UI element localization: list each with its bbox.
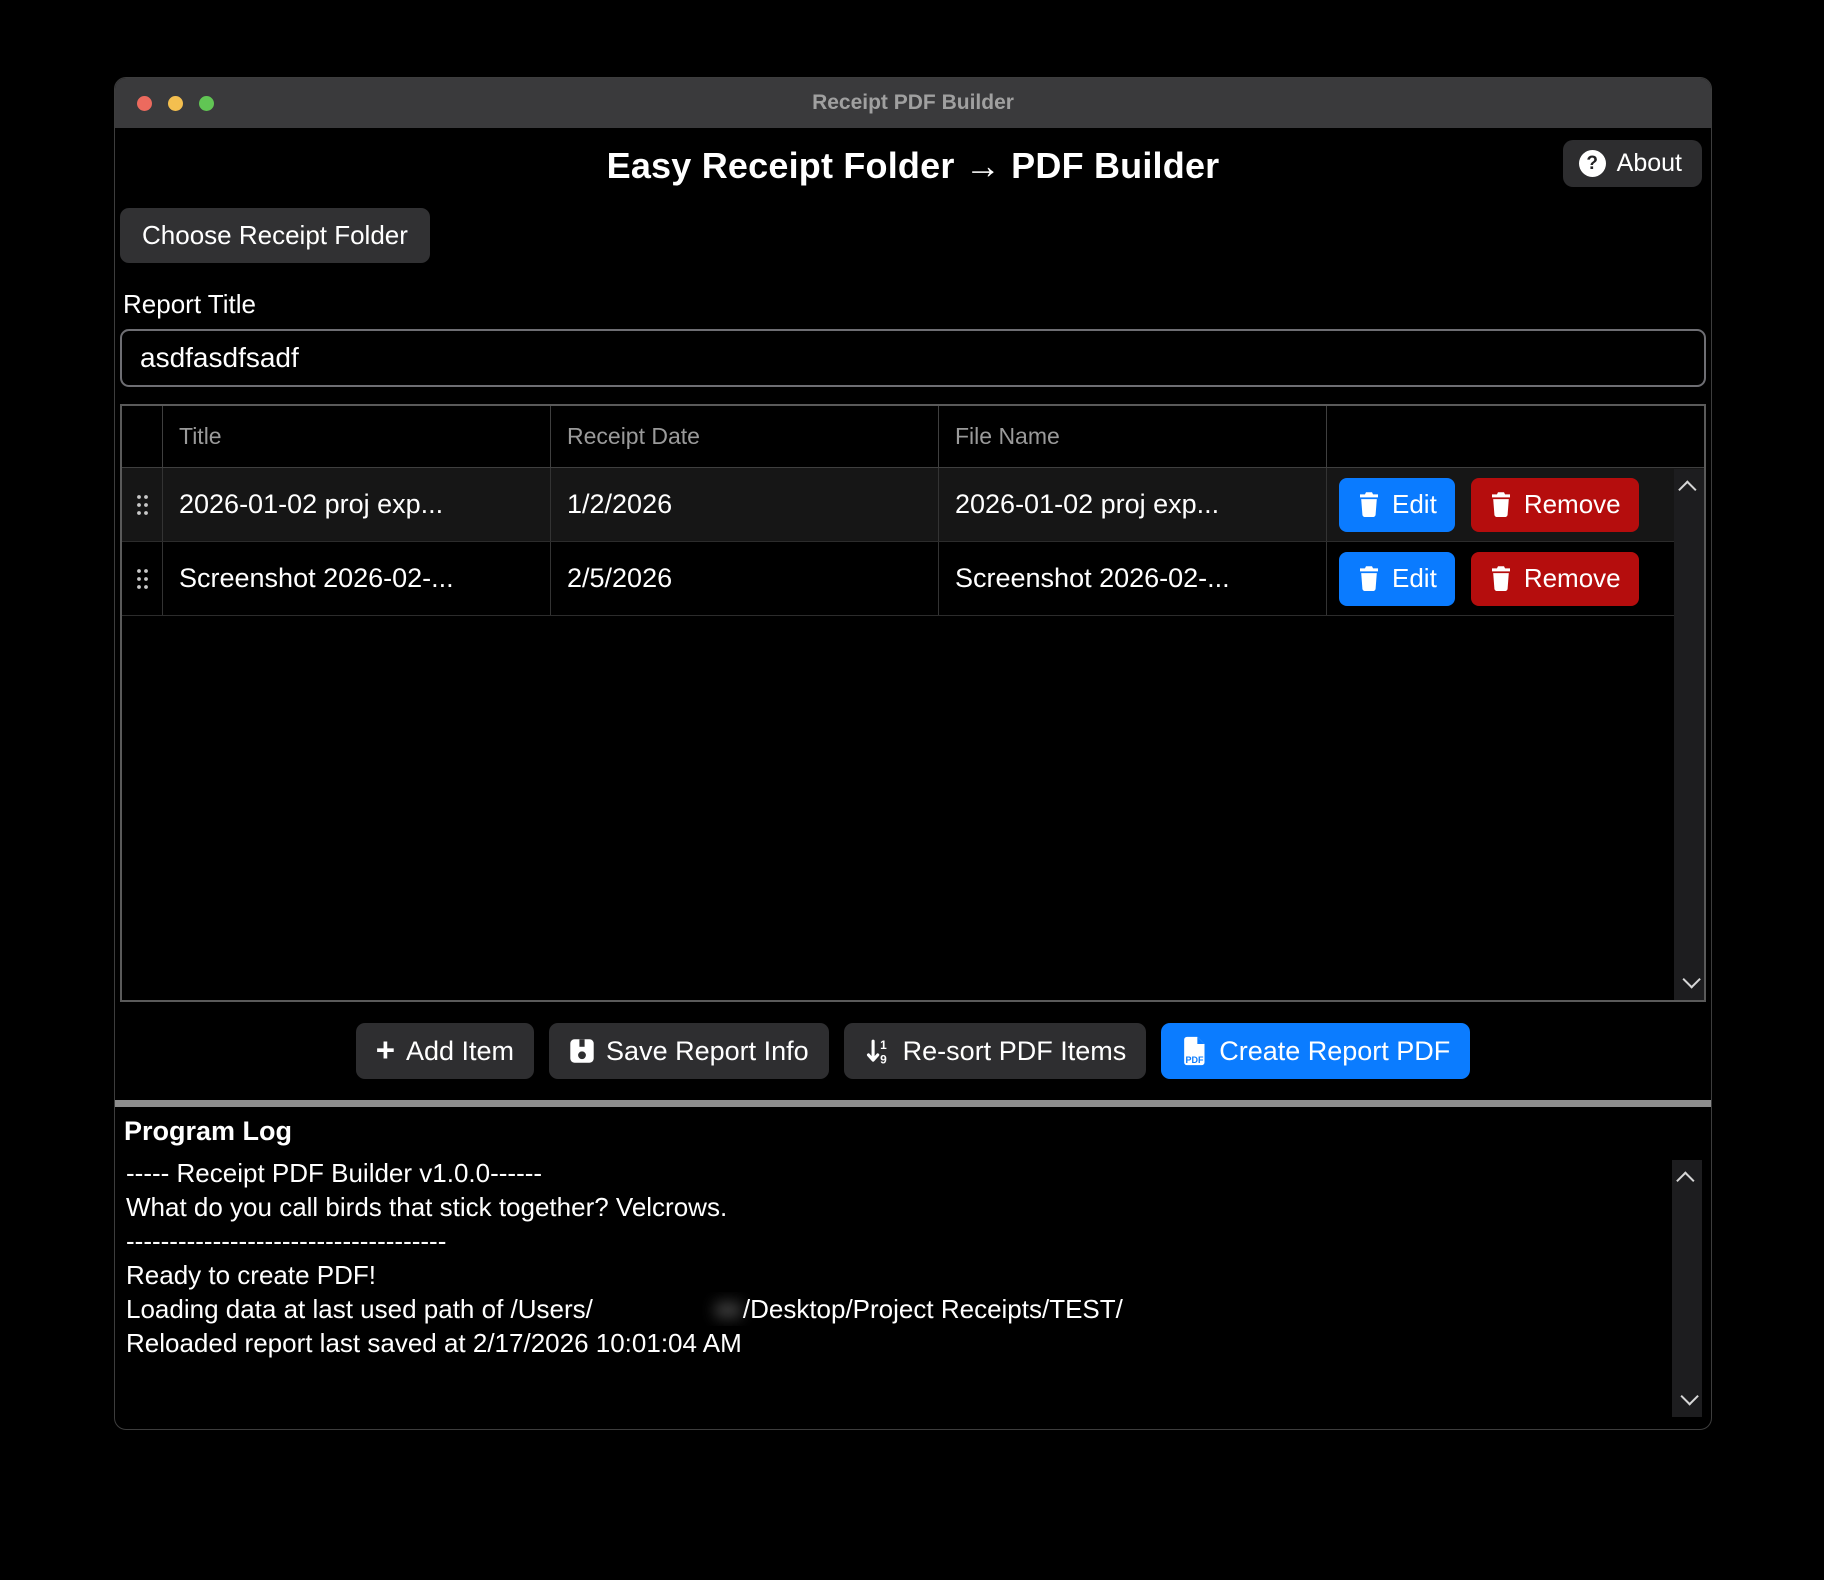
cell-actions: Edit Remove [1326, 468, 1674, 541]
remove-button[interactable]: Remove [1471, 552, 1639, 606]
minimize-window-button[interactable] [168, 96, 183, 111]
remove-button-label: Remove [1524, 563, 1621, 594]
column-header-actions [1326, 406, 1674, 467]
edit-button[interactable]: Edit [1339, 478, 1455, 532]
about-button[interactable]: ? About [1563, 140, 1702, 187]
chevron-down-icon[interactable] [1682, 970, 1700, 988]
save-report-info-label: Save Report Info [606, 1036, 809, 1067]
drag-handle-column-header [122, 406, 162, 467]
receipt-items-table: Title Receipt Date File Name 2026-01-02 … [120, 404, 1706, 1002]
zoom-window-button[interactable] [199, 96, 214, 111]
plus-icon: + [376, 1033, 395, 1066]
log-line: ----- Receipt PDF Builder v1.0.0------ [126, 1156, 1666, 1190]
chevron-up-icon[interactable] [1676, 1171, 1694, 1189]
trash-icon [1357, 566, 1381, 592]
log-line: Reloaded report last saved at 2/17/2026 … [126, 1326, 1666, 1360]
report-title-label: Report Title [123, 289, 1706, 321]
floppy-disk-icon [569, 1038, 595, 1064]
column-header-receipt-date: Receipt Date [550, 406, 938, 467]
window-title: Receipt PDF Builder [812, 91, 1014, 115]
create-report-pdf-button[interactable]: PDF Create Report PDF [1161, 1023, 1470, 1079]
table-row: Screenshot 2026-02-... 2/5/2026 Screensh… [122, 542, 1704, 616]
log-line: What do you call birds that stick togeth… [126, 1190, 1666, 1224]
cell-receipt-date: 1/2/2026 [550, 468, 938, 541]
cell-receipt-date: 2/5/2026 [550, 542, 938, 615]
close-window-button[interactable] [137, 96, 152, 111]
edit-button-label: Edit [1392, 489, 1437, 520]
table-header-row: Title Receipt Date File Name [122, 406, 1704, 468]
svg-text:PDF: PDF [1186, 1055, 1205, 1065]
log-scrollbar[interactable] [1672, 1160, 1702, 1417]
titlebar[interactable]: Receipt PDF Builder [115, 78, 1711, 128]
chevron-up-icon[interactable] [1678, 480, 1696, 498]
grip-dots-icon [135, 567, 150, 591]
cell-title: 2026-01-02 proj exp... [162, 468, 550, 541]
sort-numeric-down-icon: 1 9 [864, 1037, 892, 1065]
log-line-path: Loading data at last used path of /Users… [126, 1292, 1666, 1326]
about-button-label: About [1617, 149, 1682, 178]
add-item-label: Add Item [406, 1036, 514, 1067]
table-row: 2026-01-02 proj exp... 1/2/2026 2026-01-… [122, 468, 1704, 542]
file-pdf-icon: PDF [1181, 1036, 1208, 1066]
resort-pdf-items-button[interactable]: 1 9 Re-sort PDF Items [844, 1023, 1147, 1079]
cell-file-name: Screenshot 2026-02-... [938, 542, 1326, 615]
row-drag-handle[interactable] [122, 542, 162, 615]
program-log-lines: ----- Receipt PDF Builder v1.0.0------ W… [120, 1154, 1706, 1360]
svg-text:1: 1 [880, 1038, 887, 1052]
cell-title: Screenshot 2026-02-... [162, 542, 550, 615]
resort-pdf-items-label: Re-sort PDF Items [903, 1036, 1127, 1067]
cell-file-name: 2026-01-02 proj exp... [938, 468, 1326, 541]
edit-button-label: Edit [1392, 563, 1437, 594]
pane-splitter[interactable] [115, 1100, 1711, 1107]
program-log-title: Program Log [124, 1116, 1706, 1152]
report-title-input[interactable] [120, 329, 1706, 387]
create-report-pdf-label: Create Report PDF [1219, 1036, 1450, 1067]
table-scrollbar[interactable] [1674, 469, 1704, 1000]
chevron-down-icon[interactable] [1680, 1387, 1698, 1405]
choose-receipt-folder-button[interactable]: Choose Receipt Folder [120, 208, 430, 263]
add-item-button[interactable]: + Add Item [356, 1023, 534, 1079]
log-line: ------------------------------------- [126, 1224, 1666, 1258]
trash-icon [1489, 492, 1513, 518]
column-header-title: Title [162, 406, 550, 467]
trash-icon [1357, 492, 1381, 518]
table-empty-area [122, 616, 1704, 1000]
page-title: Easy Receipt Folder → PDF Builder [607, 145, 1220, 187]
remove-button[interactable]: Remove [1471, 478, 1639, 532]
app-window: Receipt PDF Builder Easy Receipt Folder … [114, 77, 1712, 1430]
log-line: Ready to create PDF! [126, 1258, 1666, 1292]
bottom-actions-row: + Add Item Save Report Info 1 9 Re-sort … [120, 1023, 1706, 1079]
traffic-lights [137, 78, 214, 128]
row-drag-handle[interactable] [122, 468, 162, 541]
question-circle-icon: ? [1579, 150, 1606, 177]
column-header-file-name: File Name [938, 406, 1326, 467]
cell-actions: Edit Remove [1326, 542, 1674, 615]
grip-dots-icon [135, 493, 150, 517]
redacted-username [593, 1300, 743, 1318]
svg-text:9: 9 [880, 1053, 887, 1065]
window-content: Easy Receipt Folder → PDF Builder ? Abou… [115, 128, 1711, 1429]
edit-button[interactable]: Edit [1339, 552, 1455, 606]
program-log-area[interactable]: ----- Receipt PDF Builder v1.0.0------ W… [120, 1154, 1706, 1423]
trash-icon [1489, 566, 1513, 592]
header-row: Easy Receipt Folder → PDF Builder ? Abou… [120, 138, 1706, 194]
remove-button-label: Remove [1524, 489, 1621, 520]
save-report-info-button[interactable]: Save Report Info [549, 1023, 829, 1079]
